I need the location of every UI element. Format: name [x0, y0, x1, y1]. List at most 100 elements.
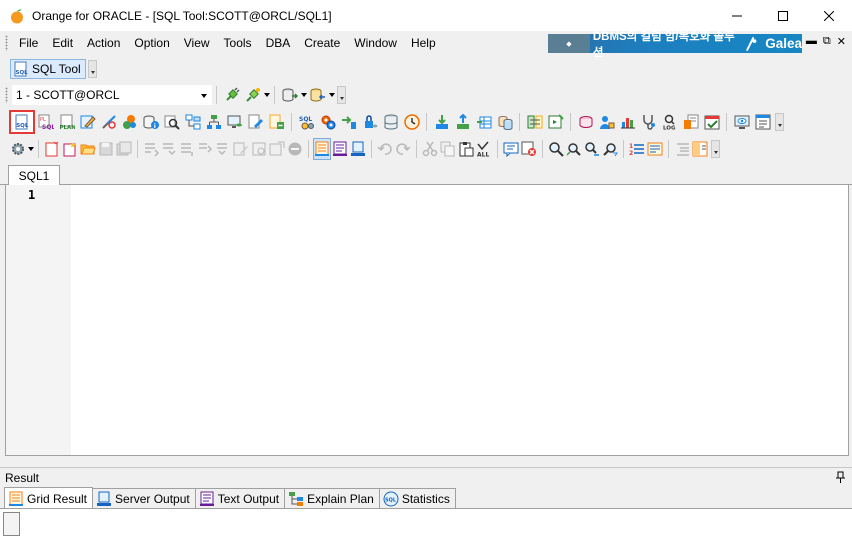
new-button[interactable] [43, 138, 61, 160]
connect-button[interactable] [221, 84, 242, 106]
sql-tool-new-button[interactable]: SQL [9, 110, 35, 134]
toolbar-overflow-button[interactable] [337, 86, 346, 104]
session-button[interactable] [224, 111, 245, 133]
db-info-button[interactable]: i [140, 111, 161, 133]
execute-button[interactable] [142, 138, 160, 160]
menu-dba[interactable]: DBA [259, 33, 298, 53]
commit-button[interactable] [279, 84, 300, 106]
tab-statistics[interactable]: SQL Statistics [378, 488, 456, 509]
rollback-dropdown[interactable] [328, 84, 335, 106]
commit-dropdown[interactable] [300, 84, 307, 106]
sql-editor[interactable]: 1 [5, 185, 849, 456]
sql-tool-button[interactable]: SQL SQL Tool [10, 59, 86, 79]
statistics-button[interactable] [617, 111, 638, 133]
gear-tool-button[interactable] [317, 111, 338, 133]
stop-button[interactable] [286, 138, 304, 160]
result-grid[interactable] [0, 508, 852, 536]
import-button[interactable] [473, 111, 494, 133]
trace-button[interactable] [268, 138, 286, 160]
health-check-button[interactable] [638, 111, 659, 133]
cut-button[interactable] [421, 138, 439, 160]
explain-plan-button[interactable]: PLAN [56, 111, 77, 133]
menu-file[interactable]: File [12, 33, 45, 53]
indent-button[interactable] [673, 138, 691, 160]
clock-button[interactable] [401, 111, 422, 133]
paste-button[interactable] [457, 138, 475, 160]
format-button[interactable]: 12 [628, 138, 646, 160]
tab-grid-result[interactable]: Grid Result [4, 487, 94, 509]
rollback-button[interactable] [307, 84, 328, 106]
menu-action[interactable]: Action [80, 33, 127, 53]
find-replace-button[interactable] [583, 138, 601, 160]
goto-button[interactable] [601, 138, 619, 160]
tab-server-output[interactable]: Server Output [92, 488, 196, 509]
menu-edit[interactable]: Edit [45, 33, 80, 53]
menu-help[interactable]: Help [404, 33, 443, 53]
tablespace-button[interactable] [380, 111, 401, 133]
connection-grip[interactable] [5, 87, 8, 103]
tab-explain-plan[interactable]: Explain Plan [284, 488, 380, 509]
select-all-button[interactable]: ALL [475, 138, 493, 160]
editor-button[interactable] [77, 111, 98, 133]
schema-browser-button[interactable] [182, 111, 203, 133]
close-button[interactable] [806, 0, 852, 31]
storage-button[interactable] [575, 111, 596, 133]
find-next-button[interactable] [565, 138, 583, 160]
load-button[interactable] [431, 111, 452, 133]
save-button[interactable] [97, 138, 115, 160]
mdi-close-button[interactable]: ✕ [837, 35, 846, 48]
save-all-button[interactable] [115, 138, 133, 160]
menu-tools[interactable]: Tools [217, 33, 259, 53]
edit-object-button[interactable] [245, 111, 266, 133]
open-button[interactable] [79, 138, 97, 160]
db-copy-button[interactable] [494, 111, 515, 133]
result-grid-toggle-button[interactable] [313, 138, 331, 160]
menu-view[interactable]: View [177, 33, 217, 53]
object-tool-button[interactable] [119, 111, 140, 133]
schedule-button[interactable] [701, 111, 722, 133]
log-button[interactable]: LOG [659, 111, 680, 133]
tree-button[interactable] [203, 111, 224, 133]
find-button[interactable] [547, 138, 565, 160]
pl-sql-button[interactable]: SQL PL [35, 111, 56, 133]
uncomment-button[interactable] [520, 138, 538, 160]
copy-button[interactable] [439, 138, 457, 160]
compare-button[interactable] [524, 111, 545, 133]
monitor-button[interactable] [731, 111, 752, 133]
menu-grip[interactable] [5, 35, 8, 51]
tuning-button[interactable] [98, 111, 119, 133]
galea-ad-banner[interactable]: ◆ DBMS의 컬럼 암/복호화 솔루션 Galea [548, 31, 802, 59]
unload-button[interactable] [452, 111, 473, 133]
tab-sql1[interactable]: SQL1 [8, 165, 60, 186]
bind-button[interactable] [232, 138, 250, 160]
maximize-button[interactable] [760, 0, 806, 31]
session-list-button[interactable] [752, 111, 773, 133]
comment-button[interactable] [502, 138, 520, 160]
disconnect-dropdown[interactable] [263, 84, 270, 106]
mdi-minimize-button[interactable]: ▬ [806, 35, 817, 48]
menu-option[interactable]: Option [127, 33, 176, 53]
toolbar-overflow-button[interactable] [775, 113, 784, 131]
connection-select[interactable]: 1 - SCOTT@ORCL [12, 85, 212, 105]
transfer-button[interactable] [338, 111, 359, 133]
toolbar-overflow-button[interactable] [711, 140, 720, 158]
report-button[interactable] [680, 111, 701, 133]
lock-button[interactable] [359, 111, 380, 133]
options-button[interactable] [9, 138, 27, 160]
tab-text-output[interactable]: Text Output [194, 488, 286, 509]
disconnect-button[interactable] [242, 84, 263, 106]
execute-step-button[interactable] [178, 138, 196, 160]
describe-button[interactable] [250, 138, 268, 160]
new-tab-button[interactable] [61, 138, 79, 160]
mdi-restore-button[interactable]: ⧉ [823, 35, 831, 48]
pin-icon[interactable] [836, 471, 846, 483]
sql-dba-button[interactable]: SQL [296, 111, 317, 133]
server-output-toggle-button[interactable] [349, 138, 367, 160]
export-button[interactable] [266, 111, 287, 133]
script-button[interactable] [545, 111, 566, 133]
execute-current-button[interactable] [160, 138, 178, 160]
options-dropdown[interactable] [27, 138, 34, 160]
query-button[interactable] [161, 111, 182, 133]
redo-button[interactable] [394, 138, 412, 160]
execute-to-cursor-button[interactable] [196, 138, 214, 160]
